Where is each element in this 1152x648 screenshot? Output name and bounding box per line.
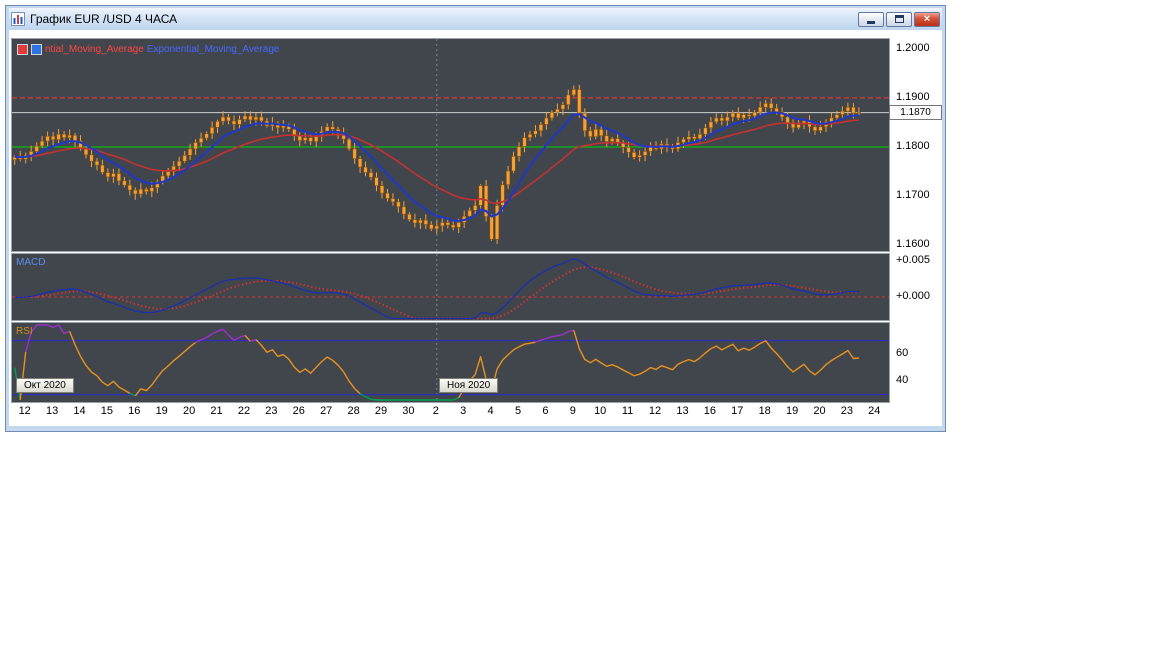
month-marker-nov: Ноя 2020 xyxy=(439,378,499,393)
date-label: 13 xyxy=(676,405,689,417)
date-label: 3 xyxy=(460,405,467,417)
axis-tick: 1.1900 xyxy=(896,91,930,103)
axis-tick: 1.1600 xyxy=(896,238,930,250)
minimize-button[interactable] xyxy=(858,11,884,27)
date-label: 2 xyxy=(432,405,439,417)
axis-tick: 1.1700 xyxy=(896,189,930,201)
axis-tick: 40 xyxy=(896,374,909,386)
maximize-icon xyxy=(894,15,904,23)
legend-blue-swatch[interactable] xyxy=(31,44,42,55)
axis-tick: 60 xyxy=(896,347,909,359)
date-label: 12 xyxy=(18,405,31,417)
candlestick-canvas xyxy=(12,39,889,251)
date-label: 23 xyxy=(840,405,854,417)
date-label: 12 xyxy=(648,405,662,417)
axis-tick: +0.000 xyxy=(896,290,930,302)
date-label: 13 xyxy=(45,405,59,417)
price-panel[interactable]: ntial_Moving_Average Exponential_Moving_… xyxy=(11,38,890,252)
date-label: 14 xyxy=(73,405,86,417)
rsi-label: RSI xyxy=(16,326,33,337)
date-label: 16 xyxy=(703,405,717,417)
price-axis: 1.2000 1.1900 1.1800 1.1700 1.1600 +0.005 +0.0… xyxy=(893,30,942,426)
date-label: 30 xyxy=(402,405,415,417)
legend-red-label: ntial_Moving_Average xyxy=(45,44,144,55)
month-marker-oct: Окт 2020 xyxy=(16,378,74,393)
window-controls: × xyxy=(858,11,940,27)
date-label: 9 xyxy=(569,405,576,417)
maximize-button[interactable] xyxy=(886,11,912,27)
date-label: 28 xyxy=(347,405,360,417)
date-label: 10 xyxy=(594,405,607,417)
legend-red-swatch[interactable] xyxy=(17,44,28,55)
date-label: 24 xyxy=(868,405,881,417)
date-label: 5 xyxy=(514,405,522,417)
current-price-tag: 1.1870 xyxy=(889,105,942,120)
date-label: 15 xyxy=(100,405,114,417)
indicator-legend: ntial_Moving_Average Exponential_Moving_… xyxy=(17,44,279,55)
axis-tick: 1.2000 xyxy=(896,42,930,54)
window-title: График EUR /USD 4 ЧАСА xyxy=(30,12,178,26)
axis-tick: 1.1800 xyxy=(896,140,930,152)
minimize-icon xyxy=(867,21,875,24)
date-label: 27 xyxy=(320,405,333,417)
chart-window: График EUR /USD 4 ЧАСА × ntial_Moving_Av… xyxy=(5,5,946,432)
date-label: 26 xyxy=(292,405,305,417)
time-axis: 12 13 14 15 16 19 20 21 22 23 26 27 28 29 30 2 3 4 5 6 9 10 11… xyxy=(11,405,888,423)
date-label: 19 xyxy=(785,405,799,417)
date-label: 19 xyxy=(155,405,168,417)
date-label: 4 xyxy=(487,405,494,417)
date-label: 29 xyxy=(374,405,388,417)
legend-blue-label: Exponential_Moving_Average xyxy=(146,44,280,55)
macd-panel[interactable]: MACD xyxy=(11,253,890,321)
date-label: 16 xyxy=(128,405,141,417)
date-label: 22 xyxy=(237,405,251,417)
titlebar[interactable]: График EUR /USD 4 ЧАСА × xyxy=(9,8,942,30)
chart-app-icon xyxy=(11,12,25,26)
macd-label: MACD xyxy=(16,257,46,268)
date-label: 23 xyxy=(265,405,278,417)
chart-client-area: ntial_Moving_Average Exponential_Moving_… xyxy=(9,30,942,426)
date-label: 20 xyxy=(813,405,826,417)
macd-canvas xyxy=(12,254,889,320)
date-label: 21 xyxy=(210,405,223,417)
axis-tick: +0.005 xyxy=(896,254,930,266)
date-label: 17 xyxy=(731,405,744,417)
close-button[interactable]: × xyxy=(914,11,940,27)
date-label: 11 xyxy=(621,405,634,417)
date-label: 18 xyxy=(758,405,771,417)
date-label: 6 xyxy=(542,405,549,417)
date-label: 20 xyxy=(182,405,196,417)
